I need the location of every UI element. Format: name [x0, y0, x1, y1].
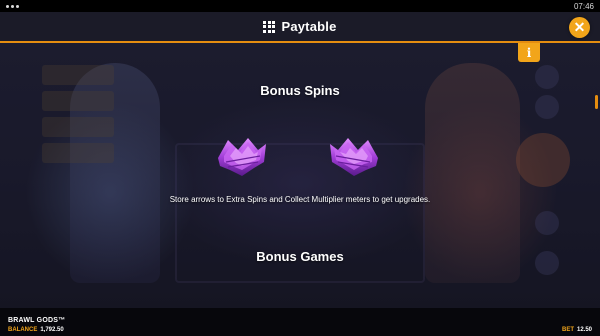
- page-title: Paytable: [281, 19, 337, 34]
- bonus-spins-description: Store arrows to Extra Spins and Collect …: [169, 195, 431, 204]
- signal-dots-icon: [6, 4, 19, 8]
- info-icon: i: [526, 45, 532, 60]
- info-button[interactable]: i: [518, 43, 540, 62]
- purple-arrow-symbol-icon: [330, 138, 378, 176]
- paytable-content: Bonus Spins Store arrows to Extra Spins …: [0, 43, 600, 308]
- status-bar: 07:46: [0, 0, 600, 12]
- status-time: 07:46: [573, 1, 594, 11]
- section-heading-bonus-spins: Bonus Spins: [260, 83, 340, 98]
- bet-value: 12.50: [576, 327, 592, 333]
- bet-label: BET: [561, 327, 574, 333]
- bet-display: BET 12.50: [562, 327, 592, 333]
- scrollbar-thumb[interactable]: [595, 95, 598, 109]
- close-icon: ✕: [573, 19, 586, 35]
- paytable-screen: 07:46 Paytable ✕ i Bonus Spins Store arr…: [0, 0, 600, 336]
- grid-menu-icon: [263, 20, 276, 33]
- game-name: BRAWL GODS™: [8, 317, 66, 324]
- section-heading-bonus-games: Bonus Games: [256, 249, 344, 264]
- balance-label: BALANCE: [8, 327, 38, 333]
- purple-arrow-symbol-icon: [218, 138, 266, 176]
- paytable-header: Paytable ✕: [0, 12, 600, 43]
- game-footer: BRAWL GODS™ BALANCE 1,792.50 BET 12.50: [0, 308, 600, 336]
- balance-value: 1,792.50: [40, 327, 64, 333]
- close-button[interactable]: ✕: [569, 17, 590, 38]
- balance-display: BALANCE 1,792.50: [8, 327, 64, 333]
